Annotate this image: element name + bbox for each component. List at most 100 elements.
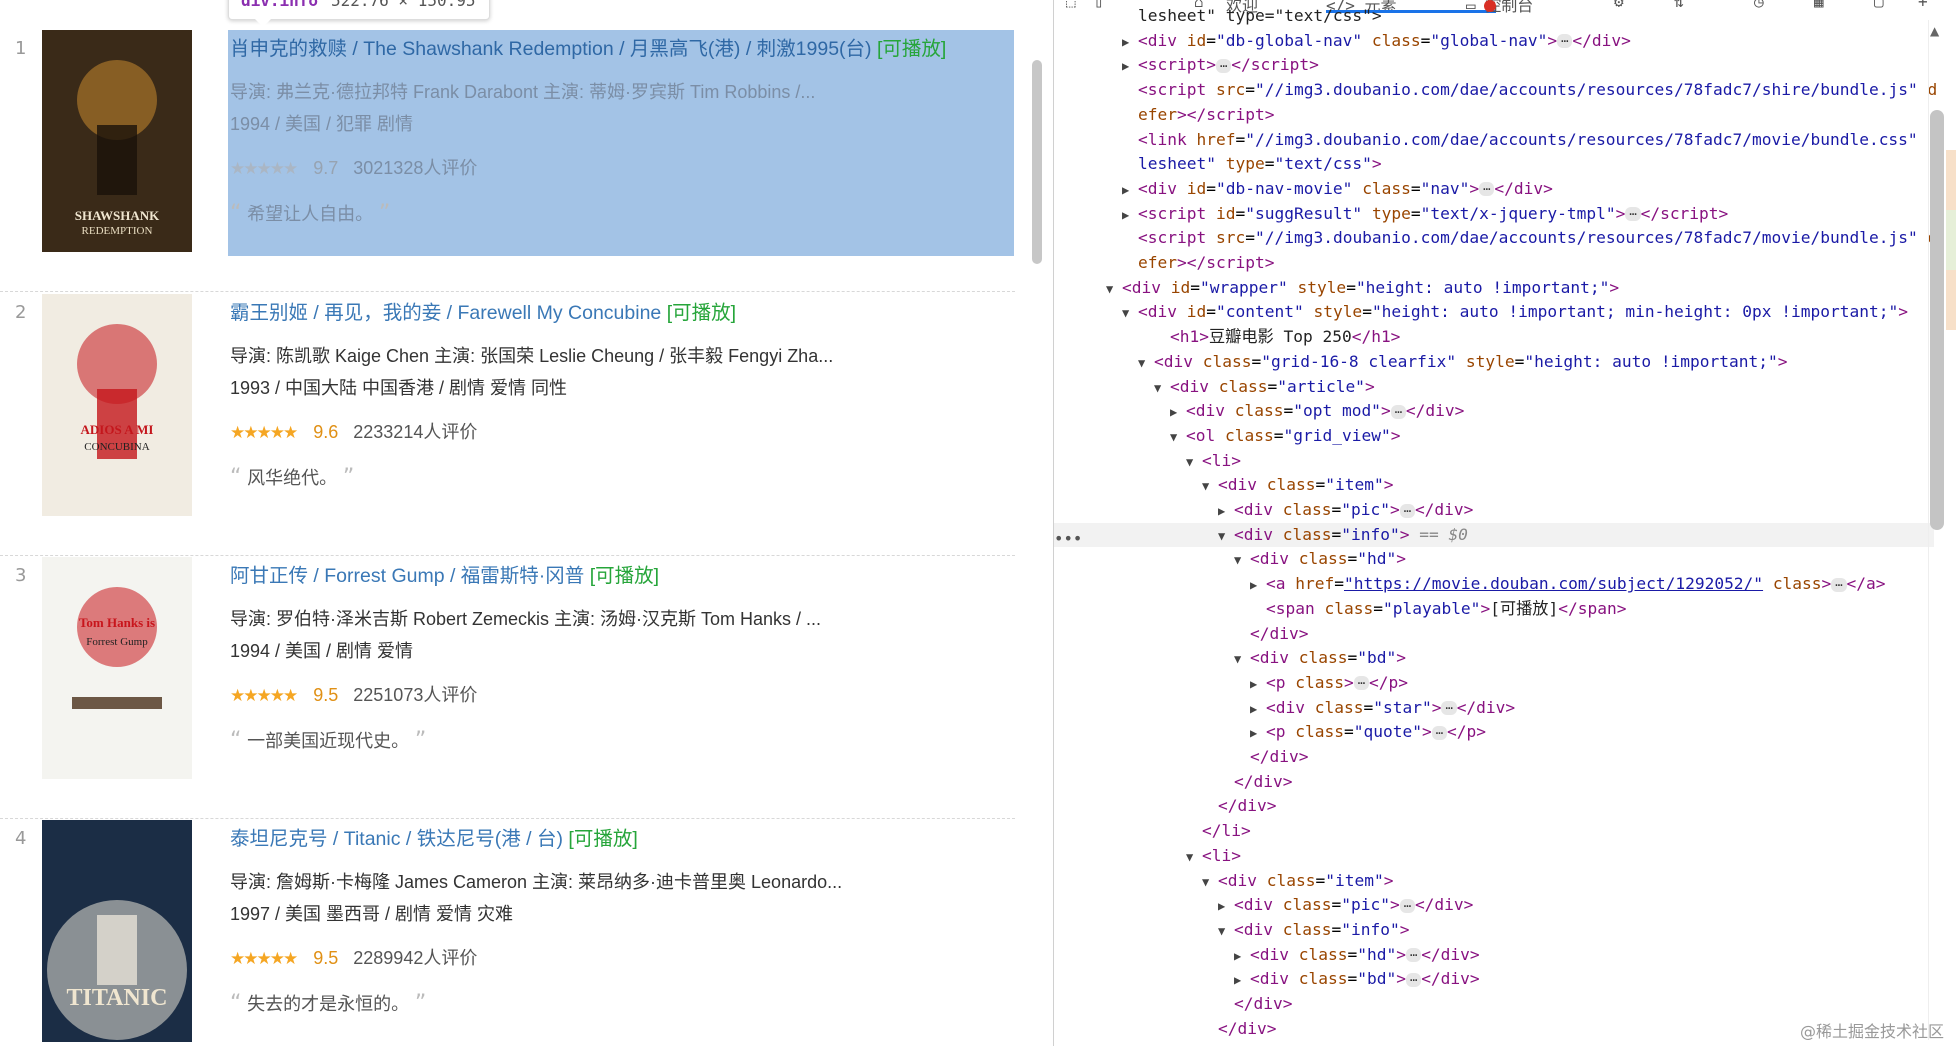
movie-title-link[interactable]: 肖申克的救赎	[230, 38, 347, 60]
movie-header: 霸王别姬 / 再见，我的妾 / Farewell My Concubine [可…	[230, 296, 736, 325]
movie-poster[interactable]: TITANIC	[42, 820, 192, 1042]
expand-triangle-icon[interactable]: ▶	[1218, 499, 1234, 523]
dom-node-line[interactable]: ▼ <div id="content" style="height: auto !…	[1054, 300, 1934, 324]
collapse-triangle-icon[interactable]: ▼	[1234, 647, 1250, 671]
collapse-triangle-icon[interactable]: ▼	[1122, 301, 1138, 325]
movie-title-link[interactable]: 阿甘正传	[230, 565, 308, 587]
collapse-triangle-icon[interactable]: ▼	[1138, 351, 1154, 375]
dom-node-line[interactable]: ▶ <a href="https://movie.douban.com/subje…	[1054, 572, 1934, 596]
expand-triangle-icon[interactable]: ▶	[1122, 178, 1138, 202]
collapse-triangle-icon[interactable]: ▼	[1154, 376, 1170, 400]
dom-node-line[interactable]: ▼ <div class="grid-16-8 clearfix" style="…	[1054, 350, 1934, 374]
rating-count: 3021328人评价	[353, 158, 478, 178]
playable-badge[interactable]: [可播放]	[667, 302, 736, 324]
expand-triangle-icon[interactable]: ▶	[1250, 697, 1266, 721]
dom-node-line[interactable]: ▶ <div class="pic"> ⋯ </div>	[1054, 498, 1934, 522]
playable-badge[interactable]: [可播放]	[877, 38, 946, 60]
dom-node-line[interactable]: <span class="playable">[可播放]</span>	[1054, 597, 1934, 621]
dom-node-line[interactable]: </div>	[1054, 770, 1934, 794]
movie-alt-titles[interactable]: / Forrest Gump / 福雷斯特·冈普	[308, 565, 584, 587]
expand-triangle-icon[interactable]: ▶	[1122, 54, 1138, 78]
movie-poster[interactable]: SHAWSHANK REDEMPTION	[42, 30, 192, 252]
expand-triangle-icon[interactable]: ▶	[1234, 968, 1250, 992]
collapse-triangle-icon[interactable]: ▼	[1186, 450, 1202, 474]
dom-node-line[interactable]: ▶ <div class="bd"> ⋯ </div>	[1054, 967, 1934, 991]
dom-node-line[interactable]: <link href="//img3.doubanio.com/dae/acco…	[1054, 128, 1937, 152]
collapse-triangle-icon[interactable]: ▼	[1106, 277, 1122, 301]
movie-credits: 导演: 陈凯歌 Kaige Chen 主演: 张国荣 Leslie Cheung…	[230, 346, 834, 366]
dom-node-line[interactable]: ▶ <script id="suggResult" type="text/x-jq…	[1054, 202, 1934, 226]
movie-alt-titles[interactable]: / 再见，我的妾 / Farewell My Concubine	[308, 302, 661, 324]
dom-node-line[interactable]: ▼ <div class="info">	[1054, 918, 1934, 942]
movie-quote: “ 风华绝代。 ”	[230, 464, 354, 490]
row-divider	[0, 555, 1015, 556]
expand-triangle-icon[interactable]: ▶	[1250, 672, 1266, 696]
playable-badge[interactable]: [可播放]	[568, 828, 637, 850]
dom-node-line[interactable]: ▶ <div class="opt mod"> ⋯ </div>	[1054, 399, 1934, 423]
dom-node-line[interactable]: </li>	[1054, 819, 1934, 843]
expand-triangle-icon[interactable]: ▶	[1234, 944, 1250, 968]
dom-node-line[interactable]: ▶ <p class="quote"> ⋯ </p>	[1054, 720, 1934, 744]
dom-node-line[interactable]: ▼ <div class="hd">	[1054, 547, 1934, 571]
styles-pane-edge	[1946, 210, 1956, 270]
dom-node-line[interactable]: </div>	[1054, 992, 1934, 1016]
dom-node-line[interactable]: ▶ <div class="hd"> ⋯ </div>	[1054, 943, 1934, 967]
dom-node-line[interactable]: </div>	[1054, 622, 1934, 646]
playable-badge[interactable]: [可播放]	[590, 565, 659, 587]
expand-triangle-icon[interactable]: ▶	[1170, 400, 1186, 424]
devtools-scrollbar-thumb[interactable]	[1930, 110, 1944, 530]
dom-node-line[interactable]: efer></script>	[1054, 251, 1934, 275]
expand-triangle-icon[interactable]: ▶	[1122, 203, 1138, 227]
close-quote-icon: ”	[414, 991, 427, 1016]
movie-title-link[interactable]: 霸王别姬	[230, 302, 308, 324]
collapse-triangle-icon[interactable]: ▼	[1186, 845, 1202, 869]
collapse-triangle-icon[interactable]: ▼	[1170, 425, 1186, 449]
dom-node-line[interactable]: ▶ <div class="star"> ⋯ </div>	[1054, 696, 1934, 720]
page-scrollbar-thumb[interactable]	[1032, 60, 1042, 264]
movie-title-link[interactable]: 泰坦尼克号	[230, 828, 328, 850]
dom-node-line[interactable]: ▼ <div class="article">	[1054, 375, 1934, 399]
dom-node-line[interactable]: </div>	[1054, 745, 1934, 769]
expand-triangle-icon[interactable]: ▶	[1250, 721, 1266, 745]
dom-node-line[interactable]: </div>	[1054, 794, 1934, 818]
svg-text:Tom Hanks is: Tom Hanks is	[79, 615, 155, 630]
movie-rank: 2	[15, 302, 27, 323]
movie-alt-titles[interactable]: / Titanic / 铁达尼号(港 / 台)	[328, 828, 563, 850]
dom-node-line[interactable]: <script src="//img3.doubanio.com/dae/acc…	[1054, 78, 1937, 102]
dom-node-line[interactable]: efer></script>	[1054, 103, 1934, 127]
dom-node-line[interactable]: <h1>豆瓣电影 Top 250</h1>	[1054, 325, 1934, 349]
dom-node-line[interactable]: ▶ <script> ⋯ </script>	[1054, 53, 1934, 77]
collapse-triangle-icon[interactable]: ▼	[1234, 548, 1250, 572]
movie-alt-titles[interactable]: / The Shawshank Redemption / 月黑高飞(港) / 刺…	[347, 38, 871, 60]
dom-node-line[interactable]: ▼ <div class="item">	[1054, 473, 1934, 497]
selected-node-menu-icon[interactable]: •••	[1054, 529, 1082, 548]
dom-node-line[interactable]: ▶ <div class="pic"> ⋯ </div>	[1054, 893, 1934, 917]
dom-node-line[interactable]: ▶ <p class> ⋯ </p>	[1054, 671, 1934, 695]
expand-triangle-icon[interactable]: ▶	[1250, 573, 1266, 597]
dom-node-line[interactable]: lesheet" type="text/css">	[1054, 152, 1934, 176]
movie-rating: ★★★★★ 9.7 3021328人评价	[230, 154, 477, 180]
dom-node-line[interactable]: ▼ <li>	[1054, 844, 1934, 868]
dom-node-line[interactable]: ▶ <div id="db-global-nav" class="global-n…	[1054, 29, 1934, 53]
dom-node-line[interactable]: ▼ <div class="info"> == $0	[1054, 522, 1934, 548]
dom-node-line[interactable]: ▼ <div class="item">	[1054, 869, 1934, 893]
expand-triangle-icon[interactable]: ▶	[1122, 30, 1138, 54]
collapse-triangle-icon[interactable]: ▼	[1202, 474, 1218, 498]
collapse-triangle-icon[interactable]: ▼	[1202, 870, 1218, 894]
expand-triangle-icon[interactable]: ▶	[1218, 894, 1234, 918]
movie-poster[interactable]: ADIOS A MI CONCUBINA	[42, 294, 192, 516]
movie-poster[interactable]: Tom Hanks is Forrest Gump	[42, 557, 192, 779]
dom-node-line[interactable]: ▼ <ol class="grid_view">	[1054, 424, 1934, 448]
dom-node-line[interactable]: ▼ <div id="wrapper" style="height: auto !…	[1054, 276, 1934, 300]
devtools-panel: ⬚ ▯ ⌂ 欢迎 </> 元素 ▭ 控制台 ⚙ ⇅ ◷ ▦ ▢ + leshee…	[1054, 0, 1956, 1046]
dom-node-line[interactable]: lesheet" type="text/css">	[1054, 4, 1934, 28]
collapse-triangle-icon[interactable]: ▼	[1218, 524, 1234, 548]
dom-node-line[interactable]: ▼ <div class="bd">	[1054, 646, 1934, 670]
dom-node-line[interactable]: ▼ <li>	[1054, 449, 1934, 473]
dom-node-line[interactable]: ▶ <div id="db-nav-movie" class="nav"> ⋯ </d…	[1054, 177, 1934, 201]
scroll-up-icon[interactable]: ▲	[1930, 24, 1939, 38]
movie-rating: ★★★★★ 9.5 2251073人评价	[230, 681, 477, 707]
collapse-triangle-icon[interactable]: ▼	[1218, 919, 1234, 943]
dom-node-line[interactable]: <script src="//img3.doubanio.com/dae/acc…	[1054, 226, 1937, 250]
movie-item: 4 TITANIC 泰坦尼克号 / Titanic / 铁达尼号(港 / 台) …	[0, 820, 1015, 1046]
